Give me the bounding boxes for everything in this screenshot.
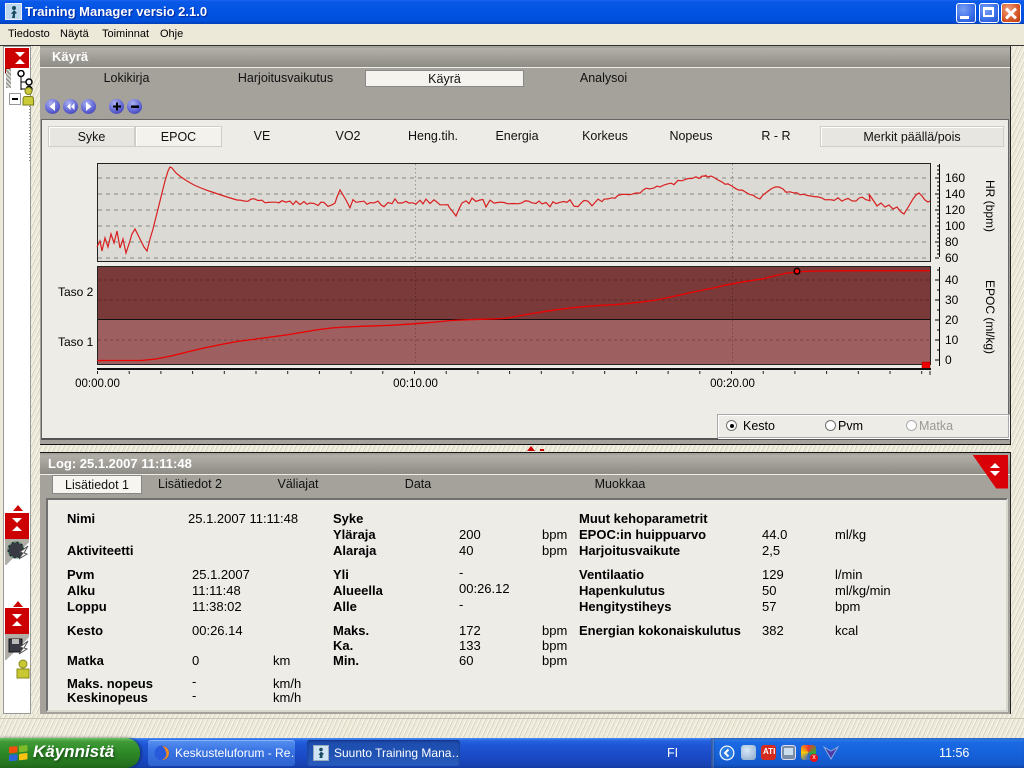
svg-text:00:00.00: 00:00.00 (75, 378, 120, 390)
svg-text:Taso 1: Taso 1 (58, 335, 94, 349)
svg-text:20: 20 (945, 313, 959, 327)
svg-text:00:10.00: 00:10.00 (393, 378, 438, 390)
svg-text:Taso 2: Taso 2 (58, 285, 94, 299)
svg-text:120: 120 (945, 203, 965, 217)
svg-text:10: 10 (945, 333, 959, 347)
svg-text:80: 80 (945, 235, 959, 249)
svg-text:00:20.00: 00:20.00 (710, 378, 755, 390)
svg-text:40: 40 (945, 273, 959, 287)
svg-text:160: 160 (945, 171, 965, 185)
svg-text:140: 140 (945, 187, 965, 201)
svg-text:60: 60 (945, 251, 959, 265)
svg-text:30: 30 (945, 293, 959, 307)
svg-text:100: 100 (945, 219, 965, 233)
svg-text:HR (bpm): HR (bpm) (983, 180, 997, 232)
svg-text:EPOC (ml/kg): EPOC (ml/kg) (983, 280, 997, 354)
svg-text:0: 0 (945, 353, 952, 367)
